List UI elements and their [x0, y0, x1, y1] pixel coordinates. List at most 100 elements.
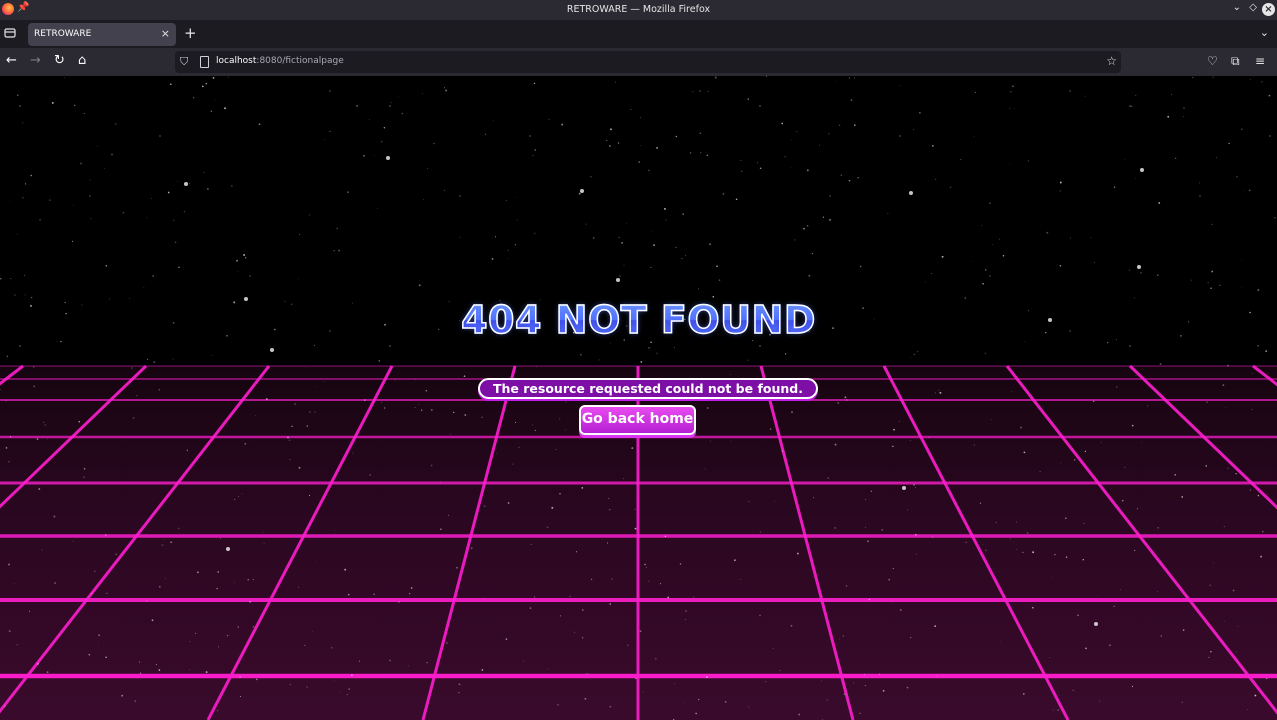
star	[838, 124, 841, 126]
star	[906, 509, 908, 511]
star	[999, 641, 1001, 642]
star	[363, 155, 365, 157]
star	[580, 353, 582, 356]
star	[931, 536, 934, 539]
go-back-home-button[interactable]: Go back home	[579, 405, 696, 435]
star	[170, 541, 172, 543]
star	[1175, 157, 1177, 159]
star	[172, 358, 174, 360]
back-icon[interactable]: ←	[6, 53, 17, 68]
star	[1065, 556, 1068, 558]
tab-retroware[interactable]: RETROWARE ×	[28, 23, 176, 46]
star	[1192, 76, 1194, 79]
star	[1262, 530, 1264, 533]
star	[592, 237, 595, 239]
star	[197, 571, 199, 574]
tab-list-icon[interactable]	[4, 27, 16, 39]
star	[139, 672, 142, 674]
star	[1215, 157, 1217, 158]
star	[1140, 271, 1142, 274]
star	[733, 559, 736, 562]
star	[83, 467, 86, 470]
star	[211, 355, 213, 356]
star	[446, 642, 448, 644]
star	[1092, 400, 1095, 403]
star	[401, 112, 404, 115]
maximize-icon[interactable]: ◇	[1249, 2, 1257, 13]
star	[198, 460, 199, 462]
forward-icon[interactable]: →	[30, 53, 41, 68]
star	[848, 179, 851, 182]
star	[1223, 526, 1225, 528]
star	[928, 436, 930, 438]
star	[932, 145, 934, 147]
star	[1051, 576, 1053, 578]
extensions-icon[interactable]: ⧉	[1231, 54, 1240, 69]
page-info-icon[interactable]	[200, 56, 209, 68]
star	[796, 131, 798, 133]
star	[913, 353, 915, 355]
star	[1236, 176, 1238, 178]
reload-icon[interactable]: ↻	[54, 53, 65, 68]
star	[329, 130, 331, 132]
star	[505, 199, 508, 202]
star	[1241, 259, 1243, 261]
star	[440, 481, 441, 483]
star	[893, 428, 895, 431]
window-titlebar: 📌 RETROWARE — Mozilla Firefox ⌄ ◇ ×	[0, 0, 1277, 20]
error-message: The resource requested could not be foun…	[478, 378, 818, 399]
url-text[interactable]: localhost:8080/fictionalpage	[216, 56, 344, 66]
star	[1027, 160, 1029, 162]
pocket-icon[interactable]: ♡	[1207, 54, 1218, 68]
star	[234, 582, 235, 584]
star	[565, 429, 567, 431]
star	[29, 610, 31, 612]
star	[495, 236, 497, 238]
star	[316, 386, 317, 388]
close-window-icon[interactable]: ×	[1262, 3, 1275, 16]
star	[30, 174, 32, 177]
star	[375, 718, 377, 720]
star	[890, 601, 892, 603]
star	[378, 360, 380, 362]
star	[308, 494, 311, 496]
bright-star	[1140, 168, 1144, 172]
star	[305, 367, 307, 369]
star	[1015, 549, 1017, 551]
bookmark-star-icon[interactable]: ☆	[1106, 54, 1117, 68]
menu-icon[interactable]: ≡	[1255, 54, 1265, 68]
star	[1227, 364, 1229, 367]
new-tab-icon[interactable]: +	[184, 24, 197, 42]
star	[252, 579, 254, 581]
star	[706, 676, 708, 679]
star	[288, 439, 291, 441]
star	[684, 618, 686, 620]
star	[839, 638, 841, 640]
url-bar[interactable]: ⛉ localhost:8080/fictionalpage ☆	[175, 51, 1121, 73]
star	[173, 219, 175, 221]
star	[94, 570, 96, 573]
star	[868, 598, 870, 601]
star	[71, 240, 74, 243]
shield-icon[interactable]: ⛉	[180, 55, 188, 69]
close-tab-icon[interactable]: ×	[161, 27, 170, 40]
star	[565, 401, 567, 403]
star	[663, 207, 666, 210]
star	[741, 170, 743, 173]
star	[569, 595, 571, 597]
star	[1016, 521, 1017, 523]
star	[656, 146, 659, 149]
star	[556, 703, 559, 706]
minimize-icon[interactable]: ⌄	[1233, 2, 1241, 13]
star	[714, 76, 717, 79]
star	[263, 542, 265, 544]
home-icon[interactable]: ⌂	[78, 53, 86, 68]
star	[189, 669, 191, 670]
star	[573, 631, 576, 634]
list-all-tabs-icon[interactable]: ⌄	[1260, 26, 1269, 39]
star	[37, 662, 39, 665]
star	[164, 577, 166, 579]
star	[152, 275, 154, 277]
star	[518, 446, 520, 448]
star	[626, 223, 628, 224]
